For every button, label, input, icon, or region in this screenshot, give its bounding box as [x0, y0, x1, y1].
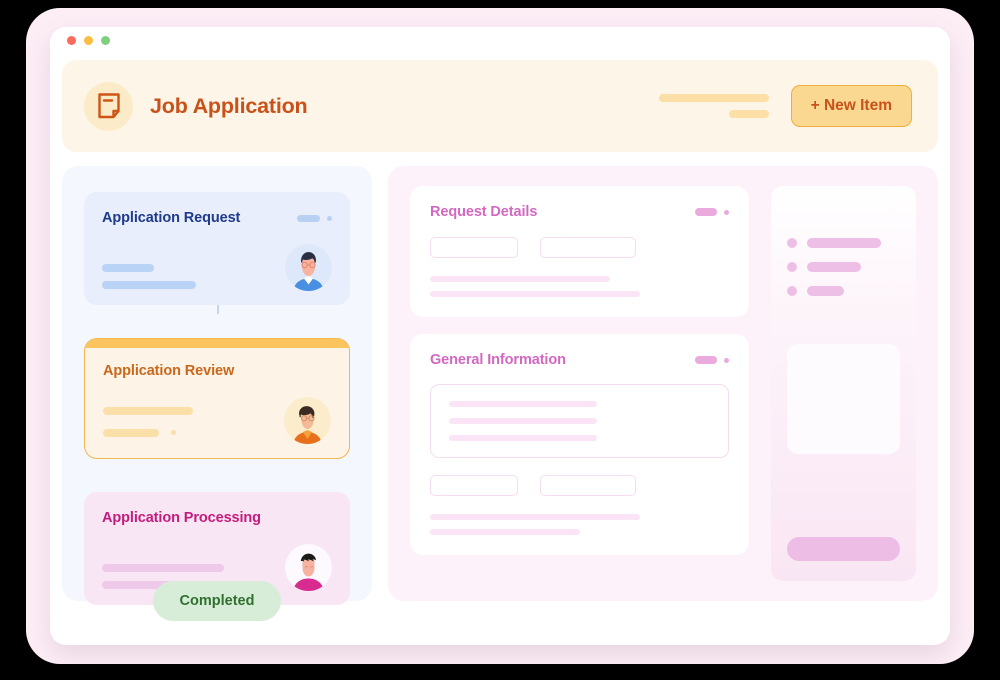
page-title: Job Application — [150, 93, 308, 118]
placeholder-line-2 — [430, 291, 640, 297]
bullet-icon — [787, 286, 797, 296]
new-item-button[interactable]: + New Item — [790, 85, 912, 127]
sidebar-bullet-item-2[interactable] — [787, 262, 900, 272]
step-placeholder-line-1 — [102, 264, 154, 272]
form-header: Request Details — [430, 204, 729, 220]
header-placeholder-line-2 — [728, 110, 769, 118]
close-icon[interactable] — [67, 35, 76, 45]
field-row — [430, 237, 729, 258]
bullet-icon — [787, 238, 797, 248]
step-body — [103, 397, 331, 444]
step-title: Application Request — [102, 210, 241, 226]
form-card-general-information: General Information — [410, 334, 749, 555]
side-panel — [771, 186, 916, 581]
form-meta-group — [695, 208, 729, 216]
avatar — [284, 397, 331, 444]
document-icon — [84, 81, 133, 131]
pipeline-step-application-review[interactable]: Application Review — [84, 338, 350, 459]
step-header: Application Processing — [102, 510, 332, 526]
step-placeholder-line-2-row — [103, 424, 284, 442]
textarea-placeholder-line-3 — [449, 435, 597, 441]
form-more-options-icon[interactable] — [724, 357, 729, 363]
placeholder-line-4 — [430, 529, 580, 535]
sidebar-action-button[interactable] — [787, 537, 900, 561]
pipeline-steps: Application Request Application Review A… — [84, 192, 350, 605]
step-title: Application Processing — [102, 510, 261, 526]
completed-badge-wrap: Completed — [62, 581, 372, 621]
header-right-group: + New Item — [658, 85, 912, 127]
header-left-group: Job Application — [84, 81, 308, 131]
placeholder-lines — [430, 276, 729, 297]
step-more-options-icon[interactable] — [327, 215, 332, 221]
content-row: Application Request Application Review A… — [62, 166, 938, 621]
step-placeholder-line-1 — [102, 564, 224, 572]
status-badge[interactable]: Completed — [152, 581, 282, 621]
textarea-placeholder-line-1 — [449, 401, 597, 407]
minimize-icon[interactable] — [84, 35, 93, 45]
pipeline-step-application-request[interactable]: Application Request — [84, 192, 350, 305]
step-meta-group — [297, 214, 332, 222]
step-title: Application Review — [103, 363, 235, 379]
placeholder-line-3 — [430, 514, 640, 520]
input-field-4[interactable] — [540, 475, 636, 496]
form-title: Request Details — [430, 204, 538, 220]
step-placeholder-lines — [103, 407, 284, 442]
bullet-label-placeholder — [807, 286, 844, 296]
forms-column: Request Details General Information — [410, 186, 749, 581]
form-title: General Information — [430, 352, 566, 368]
form-meta-bar — [695, 356, 717, 364]
sidebar-bullet-list — [787, 238, 900, 296]
screenshot-stage: Job Application + New Item Application R… — [0, 0, 1000, 680]
header-placeholder-lines — [658, 94, 769, 118]
bullet-icon — [787, 262, 797, 272]
header-placeholder-line-1 — [658, 94, 769, 102]
sidebar-bullet-item-3[interactable] — [787, 286, 900, 296]
step-placeholder-lines — [102, 264, 285, 289]
input-field-3[interactable] — [430, 475, 518, 496]
step-header: Application Review — [103, 363, 331, 379]
input-field-2[interactable] — [540, 237, 636, 258]
bullet-label-placeholder — [807, 238, 881, 248]
avatar — [285, 244, 332, 291]
step-status-dot-icon — [171, 430, 177, 436]
textarea-field[interactable] — [430, 384, 729, 458]
step-header: Application Request — [102, 210, 332, 226]
main-panel: Request Details General Information — [388, 166, 938, 601]
form-more-options-icon[interactable] — [724, 209, 729, 215]
pipeline-panel: Application Request Application Review A… — [62, 166, 372, 621]
maximize-icon[interactable] — [101, 35, 110, 45]
form-meta-bar — [695, 208, 717, 216]
form-header: General Information — [430, 352, 729, 368]
page-header: Job Application + New Item — [62, 60, 938, 152]
step-placeholder-line-2 — [102, 281, 196, 289]
form-meta-group — [695, 356, 729, 364]
field-row — [430, 475, 729, 496]
sidebar-bullet-item-1[interactable] — [787, 238, 900, 248]
app-window: Job Application + New Item Application R… — [50, 27, 950, 645]
textarea-placeholder-line-2 — [449, 418, 597, 424]
sidebar-preview-box — [787, 344, 900, 454]
window-body: Job Application + New Item Application R… — [50, 60, 950, 621]
input-field-1[interactable] — [430, 237, 518, 258]
placeholder-line-1 — [430, 276, 610, 282]
window-titlebar — [50, 27, 950, 53]
step-placeholder-line-1 — [103, 407, 193, 415]
placeholder-lines — [430, 514, 729, 535]
step-body — [102, 244, 332, 291]
form-card-request-details: Request Details — [410, 186, 749, 317]
step-placeholder-line-2 — [103, 429, 159, 437]
step-meta-bar — [297, 214, 320, 222]
bullet-label-placeholder — [807, 262, 861, 272]
